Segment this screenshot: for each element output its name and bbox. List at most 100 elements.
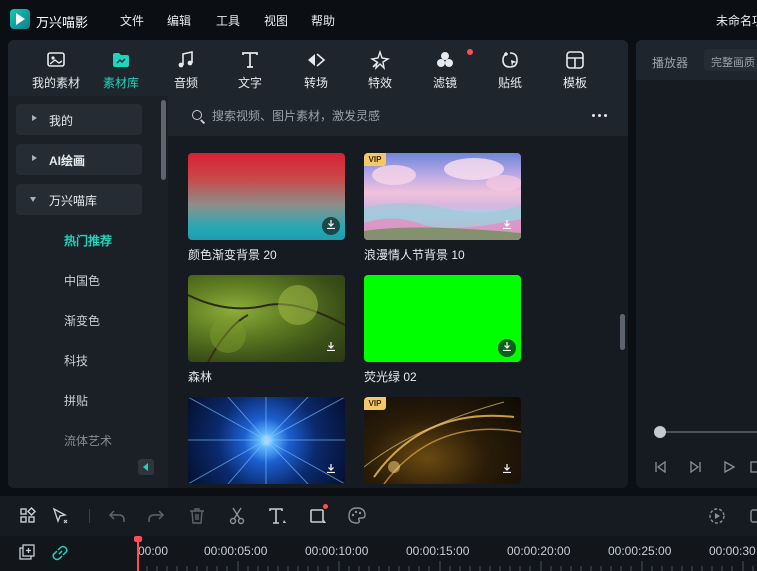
more-options-icon[interactable] — [592, 114, 608, 118]
preview-panel: 播放器 完整画质 — [636, 40, 757, 488]
tab-effects[interactable]: 特效 — [348, 40, 412, 96]
tab-player[interactable]: 播放器 — [652, 54, 688, 71]
layout-grid-icon[interactable] — [18, 506, 38, 526]
tab-my-media[interactable]: 我的素材 — [23, 40, 89, 96]
tab-label: 我的素材 — [31, 76, 80, 90]
sidebar-item-tech[interactable]: 科技 — [64, 352, 88, 369]
ruler-ticks — [137, 561, 754, 571]
transition-icon — [308, 53, 326, 67]
sidebar-group-wondershare-library[interactable]: 万兴喵库 — [16, 184, 142, 215]
next-frame-icon[interactable] — [688, 460, 702, 474]
sidebar-group-label: AI绘画 — [49, 154, 86, 168]
category-sidebar: 我的 AI绘画 万兴喵库 热门推荐 中国色 渐变色 科技 拼贴 流体艺术 — [8, 96, 168, 488]
menu-tools[interactable]: 工具 — [216, 12, 240, 29]
content-scrollbar[interactable] — [620, 314, 625, 350]
menu-view[interactable]: 视图 — [264, 12, 288, 29]
media-thumbnail[interactable] — [188, 153, 345, 240]
audio-icon — [178, 51, 193, 68]
redo-icon[interactable] — [146, 506, 166, 526]
crop-notification-dot — [323, 504, 328, 509]
tab-label: 转场 — [303, 76, 328, 90]
media-thumbnail[interactable]: VIP — [364, 397, 521, 484]
sidebar-group-mine[interactable]: 我的 — [16, 104, 142, 135]
download-icon[interactable] — [322, 461, 340, 479]
sidebar-group-label: 我的 — [49, 114, 74, 128]
preview-scrub-track[interactable] — [656, 431, 757, 433]
timeline-ruler[interactable]: 00:00 00:00:05:00 00:00:10:00 00:00:15:0… — [0, 536, 757, 571]
tab-text[interactable]: 文字 — [218, 40, 282, 96]
menu-help[interactable]: 帮助 — [311, 12, 335, 29]
ruler-label: 00:00 — [138, 544, 169, 558]
preview-scrub-handle[interactable] — [654, 426, 666, 438]
download-icon[interactable] — [322, 217, 340, 235]
title-bar: 万兴喵影 文件 编辑 工具 视图 帮助 未命名项 — [0, 0, 757, 40]
download-icon[interactable] — [498, 217, 516, 235]
stop-icon[interactable] — [750, 460, 757, 474]
media-card[interactable] — [188, 397, 345, 484]
sidebar-item-fluid-art[interactable]: 流体艺术 — [64, 432, 112, 449]
media-thumbnail[interactable]: VIP — [364, 153, 521, 240]
tab-stock-library[interactable]: 素材库 — [92, 40, 150, 96]
media-thumbnail[interactable] — [188, 397, 345, 484]
quality-select[interactable]: 完整画质 — [704, 49, 757, 71]
chevron-down-icon — [30, 197, 36, 202]
color-palette-icon[interactable] — [347, 506, 367, 526]
text-icon — [242, 52, 258, 68]
tab-label: 模板 — [562, 76, 587, 90]
sidebar-item-chinese-colors[interactable]: 中国色 — [64, 272, 100, 289]
ruler-label: 00:00:15:00 — [406, 544, 470, 558]
ruler-label: 00:00:30 — [709, 544, 756, 558]
search-input[interactable] — [212, 106, 572, 126]
my-media-icon — [47, 52, 65, 67]
delete-icon[interactable] — [187, 506, 207, 526]
timeline-panel: 00:00 00:00:05:00 00:00:10:00 00:00:15:0… — [0, 496, 757, 571]
media-card[interactable]: VIP — [364, 397, 521, 484]
media-tabs: 我的素材 素材库 音频 文字 转场 特效 滤镜 贴纸 模板 — [8, 40, 628, 96]
tab-label: 特效 — [367, 76, 392, 90]
select-pointer-icon[interactable] — [50, 506, 70, 526]
download-icon[interactable] — [498, 339, 516, 357]
media-card[interactable]: 颜色渐变背景 20 — [188, 153, 345, 262]
link-icon[interactable] — [51, 544, 69, 562]
download-icon[interactable] — [322, 339, 340, 357]
collapse-sidebar-button[interactable] — [138, 459, 154, 475]
tab-audio[interactable]: 音频 — [154, 40, 218, 96]
app-title: 万兴喵影 — [36, 15, 89, 30]
tab-filter[interactable]: 滤镜 — [413, 40, 477, 96]
tab-label: 素材库 — [102, 76, 139, 90]
scissors-icon[interactable] — [227, 506, 247, 526]
render-preview-icon[interactable] — [707, 506, 727, 526]
preview-header: 播放器 完整画质 — [636, 40, 757, 80]
crop-frame-icon[interactable] — [308, 506, 328, 526]
add-track-icon[interactable] — [18, 544, 36, 562]
add-text-icon[interactable] — [268, 506, 288, 526]
timeline-toolbar — [0, 496, 757, 536]
sidebar-group-ai-drawing[interactable]: AI绘画 — [16, 144, 142, 175]
media-card[interactable]: VIP 浪漫情人节背景 10 — [364, 153, 521, 262]
menu-file[interactable]: 文件 — [120, 12, 144, 29]
media-card[interactable]: 荧光绿 02 — [364, 275, 521, 384]
sidebar-group-label: 万兴喵库 — [49, 194, 98, 208]
vip-badge: VIP — [364, 153, 386, 166]
media-card[interactable]: 森林 — [188, 275, 345, 384]
sidebar-item-gradient[interactable]: 渐变色 — [64, 312, 100, 329]
sidebar-scrollbar[interactable] — [161, 100, 166, 180]
media-thumbnail[interactable] — [364, 275, 521, 362]
sticker-icon — [502, 52, 518, 68]
marker-icon[interactable] — [745, 506, 757, 526]
tab-transition[interactable]: 转场 — [284, 40, 348, 96]
undo-icon[interactable] — [107, 506, 127, 526]
menu-edit[interactable]: 编辑 — [167, 12, 191, 29]
previous-frame-icon[interactable] — [654, 460, 668, 474]
download-icon[interactable] — [498, 461, 516, 479]
sidebar-item-hot[interactable]: 热门推荐 — [64, 232, 112, 249]
tab-template[interactable]: 模板 — [543, 40, 607, 96]
playhead[interactable] — [137, 538, 139, 571]
tab-sticker[interactable]: 贴纸 — [478, 40, 542, 96]
ruler-label: 00:00:20:00 — [507, 544, 571, 558]
search-bar — [168, 96, 628, 136]
media-thumbnail[interactable] — [188, 275, 345, 362]
play-icon[interactable] — [722, 460, 736, 474]
sidebar-item-collage[interactable]: 拼贴 — [64, 392, 88, 409]
filter-notification-dot — [467, 49, 473, 55]
